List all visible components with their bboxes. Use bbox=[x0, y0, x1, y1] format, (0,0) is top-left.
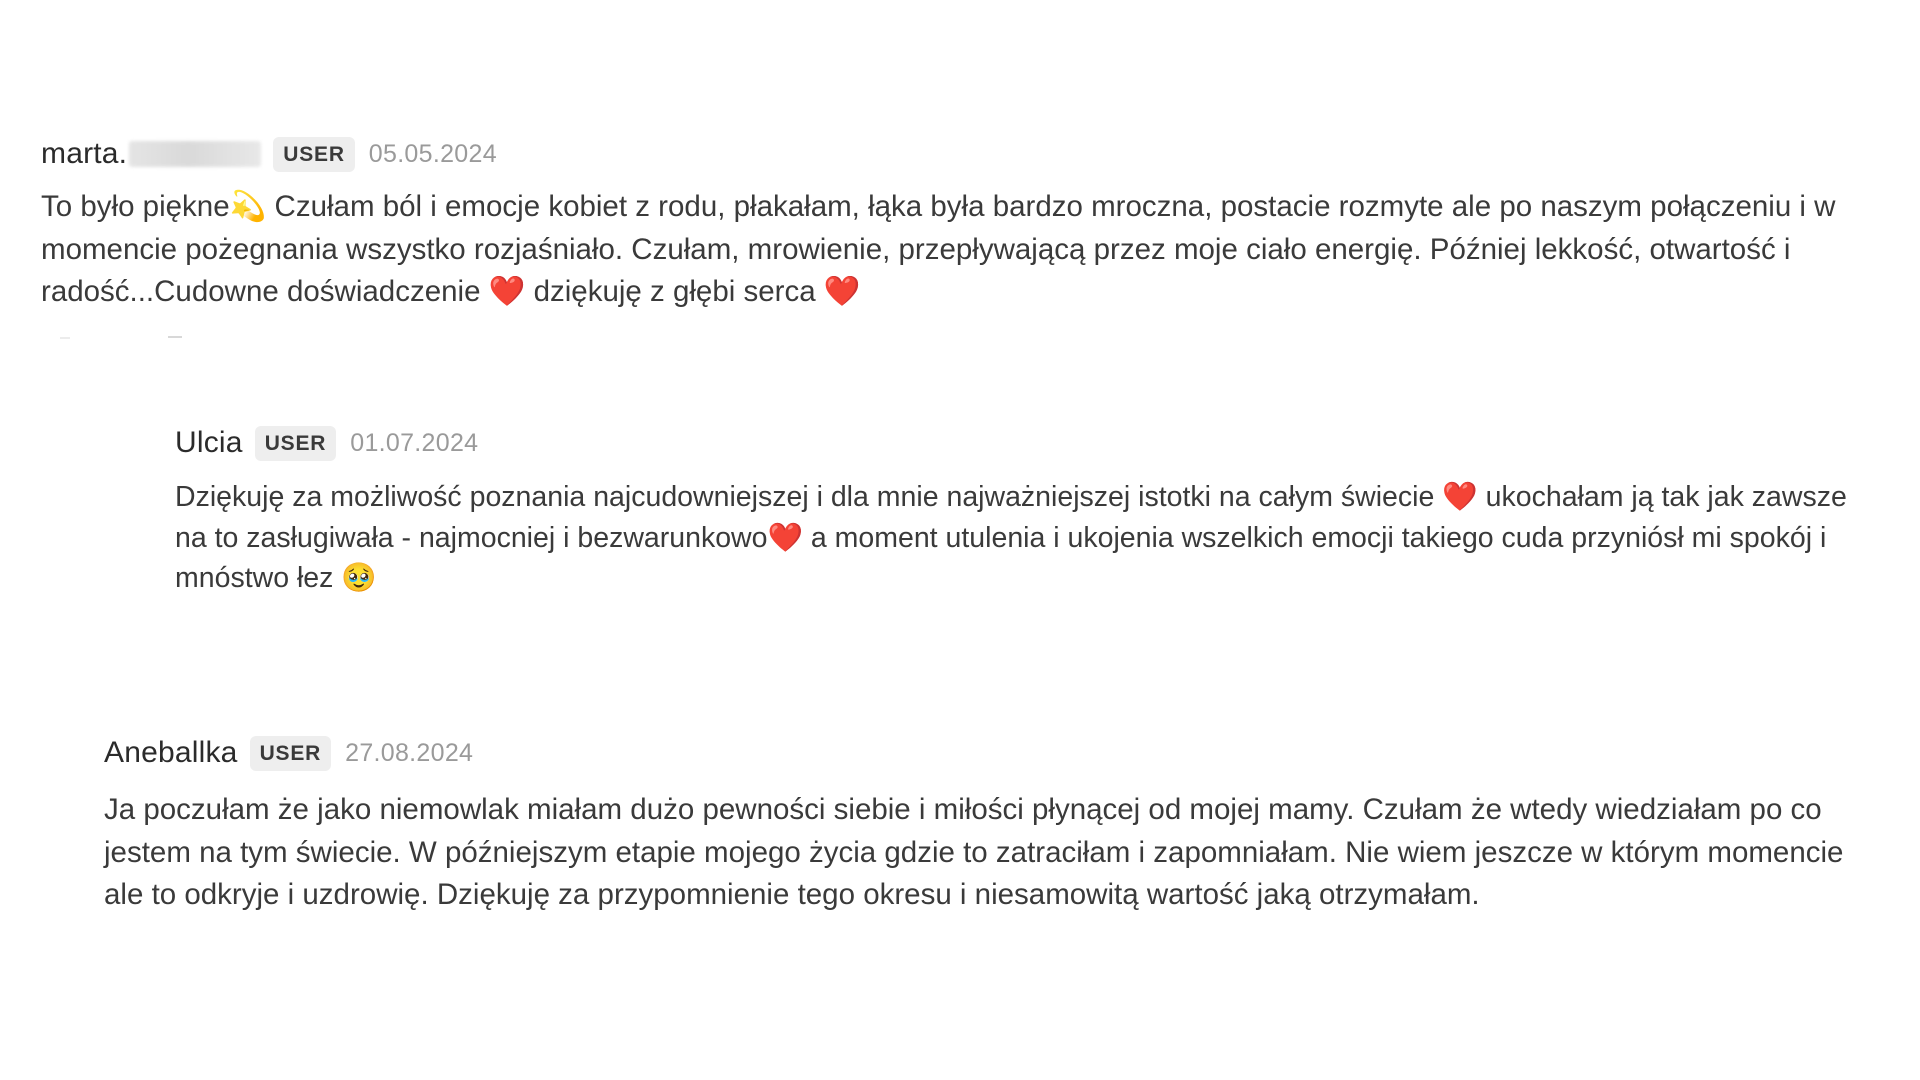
comment-item: Aneballka USER 27.08.2024 Ja poczułam że… bbox=[104, 731, 1864, 917]
comment-item: marta. USER 05.05.2024 To było piękne💫 C… bbox=[41, 132, 1881, 314]
comment-text: Ja poczułam że jako niemowlak miałam duż… bbox=[104, 793, 1844, 911]
comment-header: Aneballka USER 27.08.2024 bbox=[104, 731, 1864, 775]
comment-date: 27.08.2024 bbox=[345, 738, 474, 767]
comment-author[interactable]: Aneballka bbox=[104, 736, 238, 770]
comment-date: 05.05.2024 bbox=[368, 139, 497, 168]
comment-date: 01.07.2024 bbox=[350, 428, 479, 457]
user-role-badge: USER bbox=[249, 735, 332, 771]
user-role-badge: USER bbox=[254, 425, 337, 461]
comment-author[interactable]: Ulcia bbox=[175, 426, 243, 460]
comment-text: To było piękne💫 Czułam ból i emocje kobi… bbox=[41, 190, 1836, 308]
comment-header: Ulcia USER 01.07.2024 bbox=[175, 421, 1875, 465]
redacted-username bbox=[129, 141, 262, 167]
user-role-badge: USER bbox=[273, 136, 355, 172]
divider bbox=[60, 337, 70, 339]
comment-text: Dziękuję za możliwość poznania najcudown… bbox=[175, 481, 1847, 594]
author-wrapper: marta. bbox=[41, 137, 262, 171]
comment-header: marta. USER 05.05.2024 bbox=[41, 132, 1881, 176]
divider bbox=[168, 336, 182, 338]
comment-author[interactable]: marta. bbox=[41, 137, 127, 171]
comment-item: Ulcia USER 01.07.2024 Dziękuję za możliw… bbox=[175, 421, 1875, 599]
